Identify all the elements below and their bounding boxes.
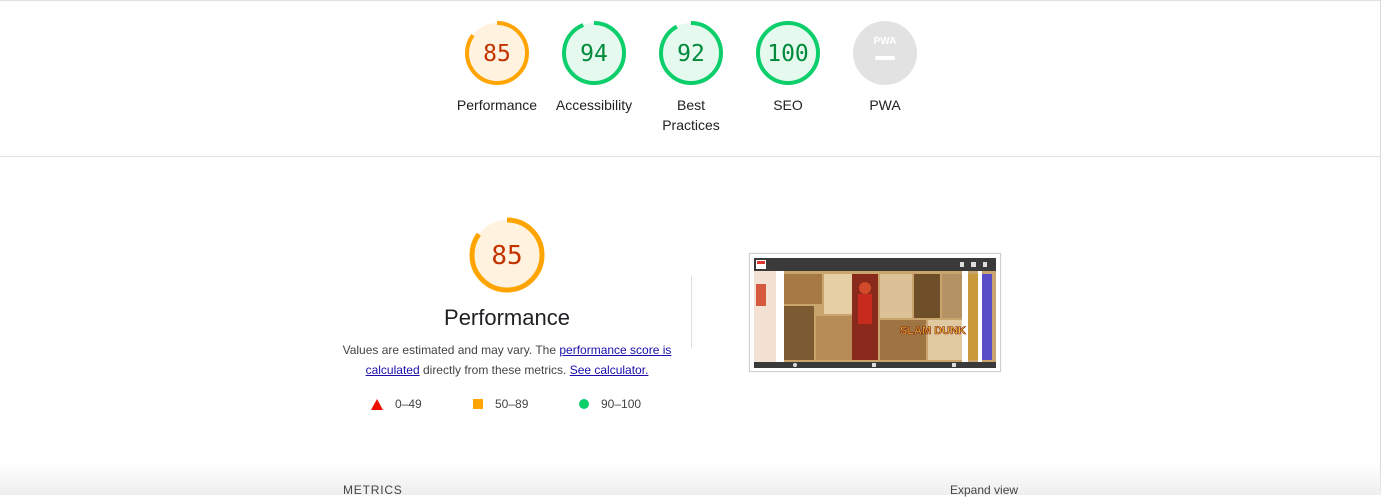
gauge-label: Accessibility (555, 97, 633, 113)
legend-range: 0–49 (395, 397, 422, 411)
gauge-label: Performance (456, 97, 538, 113)
header-divider (0, 156, 1381, 157)
final-screenshot-thumbnail[interactable]: SLAM DUNK (749, 253, 1001, 372)
top-divider (0, 0, 1381, 1)
screenshot-top-bar (754, 258, 996, 271)
metrics-section-shadow (0, 462, 1381, 495)
square-icon (473, 399, 483, 409)
category-gauges: 85 Performance 94 Accessibility 92 Best … (0, 20, 1381, 140)
gauge-performance[interactable]: 85 Performance (449, 20, 545, 115)
circle-icon (579, 399, 589, 409)
gauge-score: 92 (677, 41, 705, 67)
gauge-score: 85 (491, 241, 522, 271)
legend-fail: 0–49 (371, 397, 422, 411)
slam-dunk-logo: SLAM DUNK (900, 325, 966, 337)
performance-gauge-large: 85 (469, 217, 545, 293)
legend-range: 90–100 (601, 397, 642, 411)
gauge-ring: 94 (562, 21, 626, 85)
gauge-label: PWA (869, 97, 901, 113)
user-icon (983, 262, 987, 267)
legend-range: 50–89 (495, 397, 529, 411)
home-icon (960, 262, 964, 267)
gauge-accessibility[interactable]: 94 Accessibility (546, 20, 642, 115)
legend-pass: 90–100 (579, 397, 641, 411)
gauge-seo[interactable]: 100 SEO (740, 20, 836, 115)
gauge-score: 85 (483, 41, 511, 67)
legend-average: 50–89 (473, 397, 528, 411)
gauge-ring: 92 (659, 21, 723, 85)
screenshot-image: SLAM DUNK (750, 254, 1000, 371)
score-legend: 0–49 50–89 90–100 (0, 397, 1381, 415)
gauge-score: 100 (767, 41, 809, 67)
gauge-pwa[interactable]: PWA PWA (837, 20, 933, 115)
pwa-logo-text: PWA (874, 36, 897, 47)
performance-title: Performance (444, 305, 570, 330)
gauge-label: Best Practices (662, 97, 720, 133)
pwa-badge-circle (853, 21, 917, 85)
gauge-ring: 100 (756, 21, 820, 85)
vertical-divider (691, 276, 692, 348)
desc-text: directly from these metrics. (419, 363, 570, 377)
triangle-icon (371, 398, 383, 410)
pwa-badge: PWA (853, 21, 917, 85)
gauge-score: 94 (580, 41, 608, 67)
gauge-ring: 85 (465, 21, 529, 85)
desc-text: Values are estimated and may vary. The (342, 343, 560, 357)
pwa-dash-icon (875, 56, 895, 60)
menu-icon (971, 262, 976, 267)
performance-description: Values are estimated and may vary. The p… (340, 340, 674, 380)
gauge-best-practices[interactable]: 92 Best Practices (643, 20, 739, 135)
gauge-label: SEO (773, 97, 803, 113)
calculator-link[interactable]: See calculator. (570, 363, 649, 377)
